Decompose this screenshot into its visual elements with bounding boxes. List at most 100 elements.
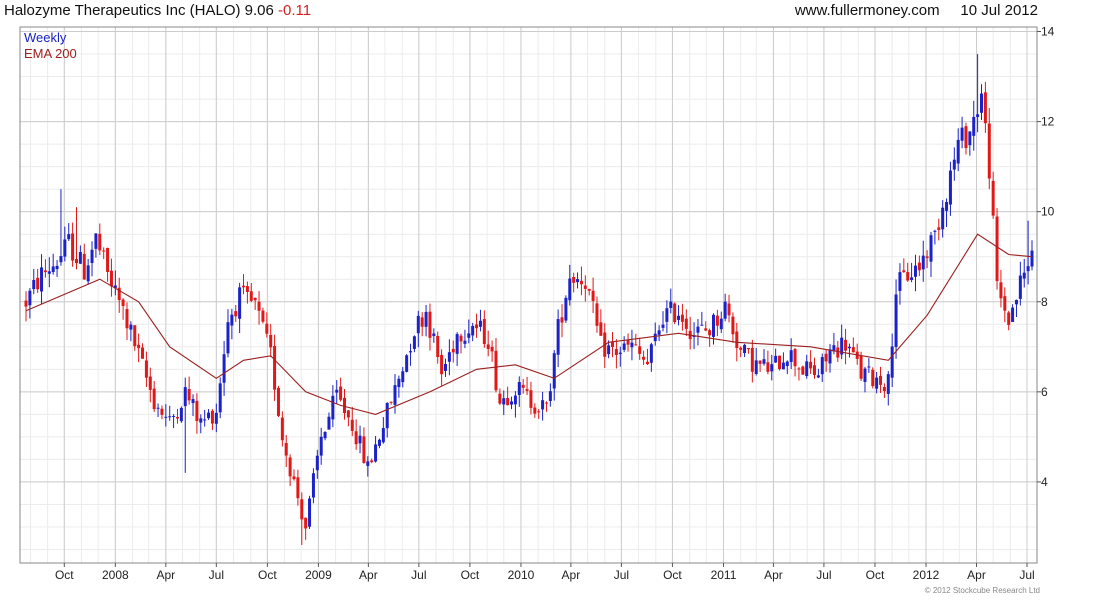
candle-body xyxy=(164,416,168,418)
candle-body xyxy=(59,256,63,263)
candle-body xyxy=(436,335,440,358)
candle-body xyxy=(494,350,498,391)
candle-body xyxy=(564,297,568,321)
candle-body xyxy=(40,267,44,292)
candle-body xyxy=(144,360,148,378)
candle-body xyxy=(921,255,925,270)
candle-body xyxy=(960,127,964,141)
x-tick-label: Oct xyxy=(461,568,480,582)
y-tick-label: 12 xyxy=(1041,115,1055,129)
candle-body xyxy=(513,395,517,405)
candle-body xyxy=(51,266,55,272)
candle-body xyxy=(941,207,945,230)
candle-body xyxy=(945,201,949,211)
candle-body xyxy=(304,517,308,529)
candle-body xyxy=(90,249,94,264)
x-tick-label: Oct xyxy=(866,568,885,582)
candle-body xyxy=(649,344,653,363)
candle-body xyxy=(94,233,98,249)
candle-body xyxy=(432,333,436,337)
candle-body xyxy=(416,315,420,334)
candle-body xyxy=(28,290,32,306)
candle-body xyxy=(696,326,700,333)
candle-body xyxy=(925,256,929,259)
candle-body xyxy=(471,325,475,336)
candle-body xyxy=(844,339,848,351)
candle-body xyxy=(273,346,277,390)
candle-body xyxy=(319,436,323,456)
candle-body xyxy=(502,398,506,405)
candle-body xyxy=(32,280,36,290)
candle-body xyxy=(210,410,214,424)
candle-body xyxy=(801,366,805,375)
candle-body xyxy=(137,344,141,349)
candle-body xyxy=(106,247,110,272)
candle-body xyxy=(743,344,747,354)
candle-body xyxy=(323,431,327,439)
candle-body xyxy=(785,361,789,367)
candle-body xyxy=(78,252,82,264)
candle-body xyxy=(133,325,137,347)
candle-body xyxy=(715,315,719,326)
candle-body xyxy=(766,362,770,372)
candle-body xyxy=(331,395,335,420)
candle-body xyxy=(929,235,933,262)
plot-border xyxy=(19,26,1038,564)
candle-body xyxy=(1011,307,1015,322)
candle-body xyxy=(354,431,358,445)
candle-body xyxy=(412,336,416,349)
candle-body xyxy=(160,408,164,415)
candle-body xyxy=(750,347,754,372)
x-tick-label: Apr xyxy=(967,568,986,582)
candle-body xyxy=(409,351,413,353)
candle-body xyxy=(611,342,615,347)
candle-body xyxy=(276,387,280,416)
candle-body xyxy=(727,303,731,316)
candle-body xyxy=(972,116,976,136)
candle-body xyxy=(389,401,393,403)
candle-body xyxy=(280,417,284,441)
candle-body xyxy=(746,348,750,350)
candle-body xyxy=(964,126,968,149)
candle-body xyxy=(630,342,634,348)
candle-body xyxy=(269,334,273,348)
candle-body xyxy=(797,368,801,370)
candle-body xyxy=(1014,299,1018,305)
candle-body xyxy=(214,412,218,424)
candle-body xyxy=(587,288,591,291)
candle-body xyxy=(261,310,265,322)
candle-body xyxy=(987,123,991,179)
candle-body xyxy=(677,315,681,320)
candle-body xyxy=(152,388,156,410)
candle-body xyxy=(71,233,75,261)
candle-body xyxy=(292,476,296,480)
candle-body xyxy=(203,419,207,421)
candle-body xyxy=(781,362,785,370)
candle-body xyxy=(86,265,90,282)
candle-body xyxy=(541,400,545,410)
candle-body xyxy=(552,353,556,389)
candle-body xyxy=(148,376,152,390)
candle-body xyxy=(207,412,211,419)
candle-body xyxy=(529,390,533,408)
candle-body xyxy=(490,346,494,352)
candle-body xyxy=(55,265,59,270)
candle-body xyxy=(238,287,242,319)
candle-body xyxy=(156,407,160,409)
candle-body xyxy=(576,279,580,283)
candle-body xyxy=(381,428,385,443)
candle-body xyxy=(447,352,451,362)
candle-body xyxy=(1030,250,1034,267)
candle-body xyxy=(731,316,735,335)
y-tick-label: 6 xyxy=(1041,385,1048,399)
candle-body xyxy=(894,294,898,348)
candle-body xyxy=(680,314,684,322)
candle-body xyxy=(952,159,956,170)
candle-body xyxy=(983,92,987,124)
candle-body xyxy=(669,301,673,308)
candle-body xyxy=(1026,266,1030,272)
candle-body xyxy=(665,308,669,322)
candle-body xyxy=(638,346,642,354)
candle-body xyxy=(816,375,820,378)
candle-body xyxy=(980,93,984,113)
